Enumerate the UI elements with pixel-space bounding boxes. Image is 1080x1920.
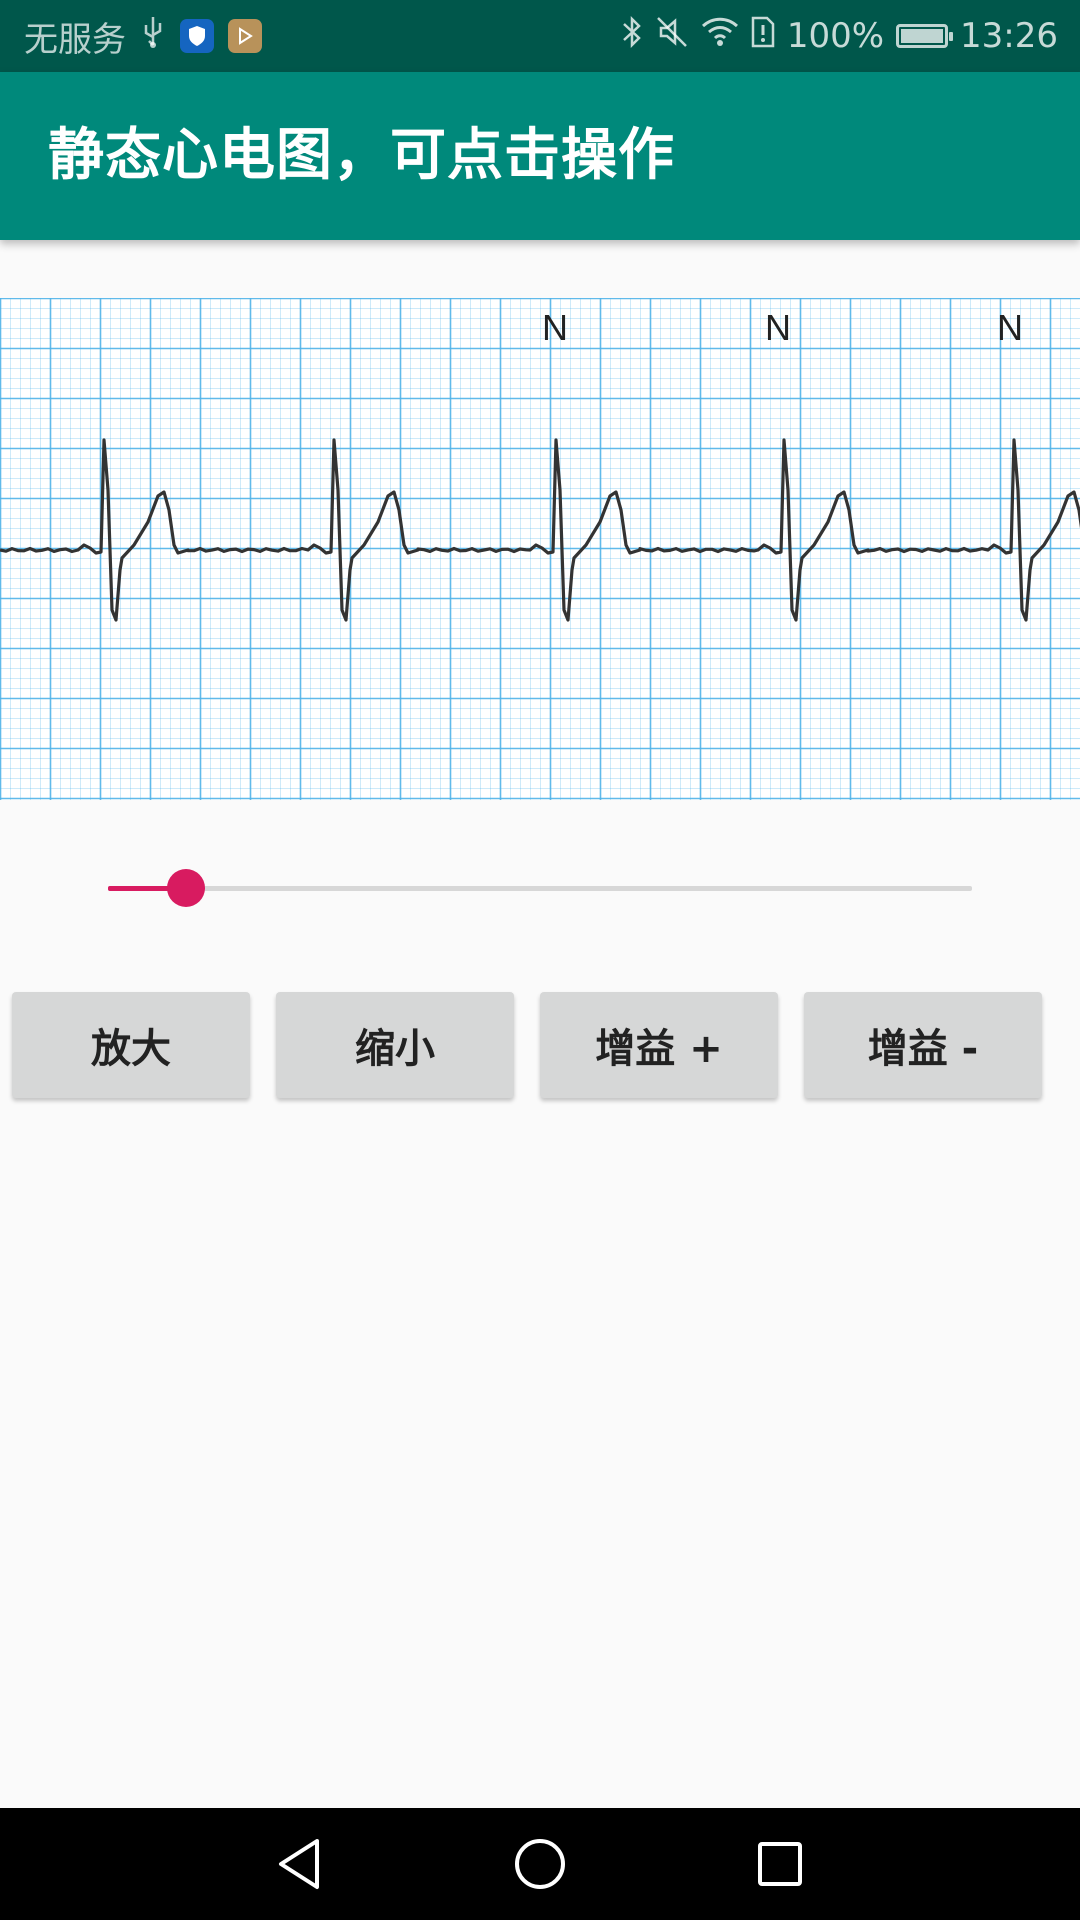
ecg-canvas[interactable]: N N N [0, 298, 1080, 800]
page-title: 静态心电图，可点击操作 [48, 123, 675, 188]
sim-alert-icon [751, 16, 775, 57]
recents-icon[interactable] [720, 1808, 840, 1920]
beat-label: N [542, 307, 568, 348]
carrier-text: 无服务 [24, 19, 126, 60]
mute-icon [655, 15, 689, 58]
back-icon[interactable] [240, 1808, 360, 1920]
bluetooth-icon [621, 14, 643, 59]
zoom-out-button[interactable]: 缩小 [276, 992, 514, 1098]
play-app-icon [228, 19, 262, 53]
beat-label: N [765, 307, 791, 348]
wifi-icon [701, 16, 739, 57]
usb-icon [140, 15, 166, 58]
zoom-in-button[interactable]: 放大 [12, 992, 250, 1098]
ecg-chart[interactable]: N N N [0, 298, 1080, 800]
slider-track[interactable] [108, 886, 972, 891]
beat-label: N [997, 307, 1023, 348]
shield-app-icon [180, 19, 214, 53]
gain-up-button[interactable]: 增益 + [540, 992, 778, 1098]
status-bar-left: 无服务 [24, 0, 262, 72]
gain-down-button[interactable]: 增益 - [804, 992, 1042, 1098]
battery-percent: 100% [786, 16, 885, 56]
control-buttons: 放大 缩小 增益 + 增益 - [12, 992, 1080, 1100]
status-bar: 无服务 100% 13:26 [0, 0, 1080, 72]
app-bar: 静态心电图，可点击操作 [0, 72, 1080, 240]
clock: 13:26 [960, 16, 1058, 56]
slider-thumb[interactable] [166, 869, 205, 907]
battery-icon [896, 24, 954, 48]
status-bar-right: 100% 13:26 [621, 0, 1058, 72]
zoom-slider[interactable] [108, 866, 972, 910]
home-icon[interactable] [480, 1808, 600, 1920]
navigation-bar [0, 1808, 1080, 1920]
